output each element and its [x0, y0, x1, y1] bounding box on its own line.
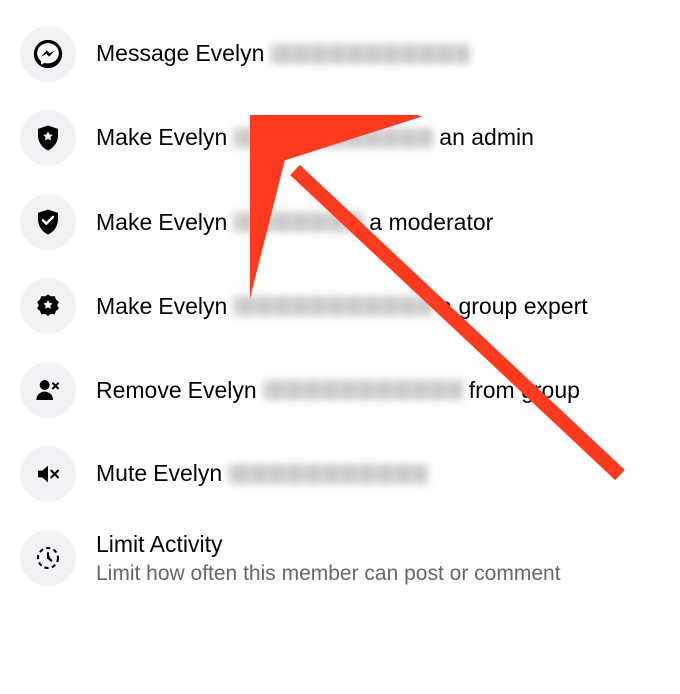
member-name: Evelyn	[158, 293, 227, 320]
limit-title: Limit Activity	[96, 531, 561, 558]
make-moderator-item[interactable]: Make Evelyn a moderator	[0, 180, 680, 264]
make-expert-item[interactable]: Make Evelyn a group expert	[0, 264, 680, 348]
badge-star-icon	[20, 278, 76, 334]
member-name: Evelyn	[158, 123, 227, 153]
member-name: Evelyn	[188, 377, 257, 404]
message-prefix: Message	[96, 39, 189, 69]
mute-member-item[interactable]: Mute Evelyn	[0, 432, 680, 516]
message-member-item[interactable]: Message Evelyn	[0, 12, 680, 96]
limit-subtitle: Limit how often this member can post or …	[96, 562, 561, 586]
admin-prefix: Make	[96, 123, 152, 153]
redacted-surname	[233, 212, 363, 232]
remove-prefix: Remove	[96, 377, 182, 404]
remove-member-item[interactable]: Remove Evelyn from group	[0, 348, 680, 432]
shield-check-icon	[20, 194, 76, 250]
moderator-suffix: a moderator	[369, 209, 493, 236]
mute-prefix: Mute	[96, 459, 147, 489]
redacted-surname	[263, 380, 463, 400]
redacted-surname	[228, 464, 428, 484]
person-x-icon	[20, 362, 76, 418]
make-admin-item[interactable]: Make Evelyn an admin	[0, 96, 680, 180]
expert-prefix: Make	[96, 293, 152, 320]
member-name: Evelyn	[153, 459, 222, 489]
shield-star-icon	[20, 110, 76, 166]
member-actions-menu: Message Evelyn Make Evelyn an admin Make…	[0, 0, 680, 612]
clock-dashed-icon	[20, 530, 76, 586]
limit-activity-item[interactable]: Limit Activity Limit how often this memb…	[0, 516, 680, 600]
speaker-mute-icon	[20, 446, 76, 502]
expert-suffix: a group expert	[439, 293, 587, 320]
member-name: Evelyn	[195, 39, 264, 69]
messenger-icon	[20, 26, 76, 82]
redacted-surname	[233, 128, 433, 148]
admin-suffix: an admin	[439, 123, 534, 153]
member-name: Evelyn	[158, 209, 227, 236]
moderator-prefix: Make	[96, 209, 152, 236]
remove-suffix: from group	[469, 377, 580, 404]
redacted-surname	[233, 296, 433, 316]
redacted-surname	[270, 44, 470, 64]
